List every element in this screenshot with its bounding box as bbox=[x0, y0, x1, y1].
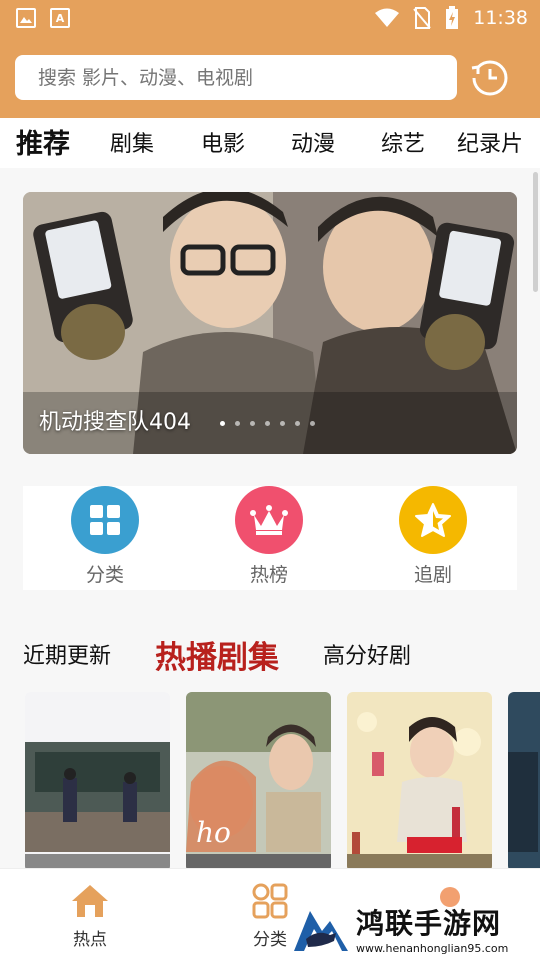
tab-variety[interactable]: 综艺 bbox=[381, 126, 425, 158]
quick-link-hot[interactable]: 热榜 bbox=[224, 486, 314, 587]
quick-link-label: 追剧 bbox=[413, 564, 452, 586]
carousel-dot[interactable] bbox=[265, 421, 270, 426]
quick-link-label: 分类 bbox=[85, 564, 124, 586]
search-input[interactable] bbox=[15, 55, 457, 100]
banner-carousel[interactable]: 机动搜查队404 bbox=[23, 192, 517, 454]
poster-list: ho bbox=[0, 692, 540, 872]
scrollbar[interactable] bbox=[533, 172, 538, 292]
poster-card[interactable] bbox=[347, 692, 492, 872]
poster-card[interactable] bbox=[25, 692, 170, 872]
tab-hot-series[interactable]: 热播剧集 bbox=[155, 632, 279, 677]
poster-card[interactable] bbox=[508, 692, 540, 872]
section-tabs: 近期更新 热播剧集 高分好剧 bbox=[0, 628, 540, 678]
banner-title: 机动搜查队404 bbox=[39, 410, 191, 435]
nav-hot[interactable]: 热点 bbox=[50, 883, 130, 950]
quick-links: 分类 热榜 追剧 bbox=[23, 486, 517, 590]
star-icon bbox=[399, 486, 467, 554]
wifi-icon bbox=[375, 8, 400, 27]
poster-image: ho bbox=[186, 692, 331, 872]
history-button[interactable] bbox=[470, 58, 510, 98]
tab-anime[interactable]: 动漫 bbox=[291, 126, 335, 158]
carousel-dot[interactable] bbox=[310, 421, 315, 426]
watermark-url: www.henanhonglian95.com bbox=[356, 941, 509, 955]
quick-link-follow[interactable]: 追剧 bbox=[388, 486, 478, 587]
carousel-dot[interactable] bbox=[250, 421, 255, 426]
tab-series[interactable]: 剧集 bbox=[110, 126, 154, 158]
tab-documentary[interactable]: 纪录片 bbox=[457, 126, 523, 158]
tab-movies[interactable]: 电影 bbox=[201, 126, 245, 158]
poster-image bbox=[508, 692, 540, 872]
watermark: 鸿联手游网 www.henanhonglian95.com bbox=[292, 898, 532, 958]
tab-recent-updates[interactable]: 近期更新 bbox=[23, 638, 111, 670]
tab-top-rated[interactable]: 高分好剧 bbox=[323, 638, 411, 670]
watermark-title: 鸿联手游网 bbox=[356, 906, 502, 940]
status-time: 11:38 bbox=[473, 7, 528, 29]
crown-icon bbox=[235, 486, 303, 554]
carousel-dot[interactable] bbox=[220, 421, 225, 426]
category-icon bbox=[252, 883, 288, 919]
image-notification-icon bbox=[16, 8, 36, 28]
battery-charging-icon bbox=[446, 6, 459, 29]
no-sim-icon bbox=[413, 7, 431, 29]
poster-image bbox=[25, 692, 170, 872]
quick-link-label: 热榜 bbox=[249, 564, 288, 586]
tab-recommend[interactable]: 推荐 bbox=[16, 122, 70, 161]
carousel-dot[interactable] bbox=[295, 421, 300, 426]
status-bar: A 11:38 bbox=[0, 0, 540, 38]
carousel-indicator bbox=[220, 421, 315, 426]
category-tabs: 推荐 剧集 电影 动漫 综艺 纪录片 bbox=[0, 118, 540, 168]
quick-link-category[interactable]: 分类 bbox=[60, 486, 150, 587]
watermark-logo bbox=[294, 911, 348, 951]
nav-label: 热点 bbox=[73, 930, 107, 950]
svg-text:ho: ho bbox=[196, 816, 231, 849]
grid-icon bbox=[71, 486, 139, 554]
home-icon bbox=[72, 885, 108, 917]
carousel-dot[interactable] bbox=[235, 421, 240, 426]
main-content: 机动搜查队404 分类 热榜 追剧 近期更新 热播剧集 高分好剧 ho bbox=[0, 168, 540, 872]
poster-image bbox=[347, 692, 492, 872]
carousel-dot[interactable] bbox=[280, 421, 285, 426]
poster-card[interactable]: ho bbox=[186, 692, 331, 872]
search-box[interactable] bbox=[15, 55, 457, 100]
app-header bbox=[0, 38, 540, 118]
history-clock-icon bbox=[471, 60, 508, 96]
app-notification-icon: A bbox=[50, 8, 70, 28]
